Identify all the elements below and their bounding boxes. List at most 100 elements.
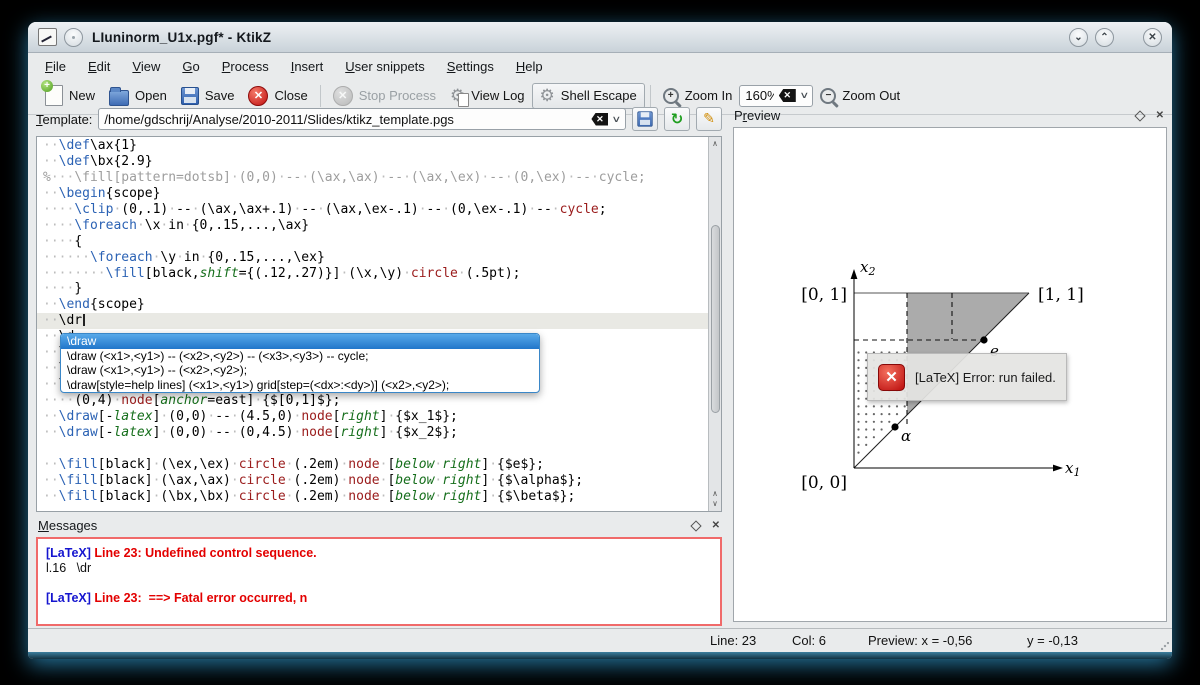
completion-popup: \draw\draw (<x1>,<y1>) -- (<x2>,<y2>) --…: [60, 333, 540, 393]
statusbar: Line: 23 Col: 6 Preview: x = -0,56 y = -…: [28, 628, 1172, 653]
save-floppy-icon: [181, 87, 199, 105]
stop-label: Stop Process: [359, 88, 436, 103]
completion-item[interactable]: \draw (<x1>,<y1>) -- (<x2>,<y2>);: [61, 363, 539, 378]
chevron-down-icon[interactable]: ∨: [799, 90, 809, 101]
close-label: Close: [274, 88, 307, 103]
code-line: ····\clip·(0,.1)·--·(\ax,\ax+.1)·--·(\ax…: [37, 202, 708, 218]
code-line: ··\begin{scope}: [37, 186, 708, 202]
menu-item-user-snippets[interactable]: User snippets: [336, 56, 434, 77]
float-dock-icon[interactable]: [690, 520, 701, 531]
message-line: l.16 \dr: [46, 561, 712, 576]
float-dock-icon[interactable]: [1134, 110, 1145, 121]
scroll-down-icon[interactable]: ∨: [709, 499, 721, 509]
view-log-label: View Log: [471, 88, 524, 103]
code-line: %···\fill[pattern=dotsb]·(0,0)·--·(\ax,\…: [37, 170, 708, 186]
code-line: ··\draw[-latex]·(0,0)·--·(0,4.5)·node[ri…: [37, 425, 708, 441]
x1-axis-label: x1: [1065, 459, 1080, 479]
code-line: ··\fill[black]·(\bx,\bx)·circle·(.2em)·n…: [37, 489, 708, 505]
completion-item[interactable]: \draw: [61, 334, 539, 349]
code-line: ··\fill[black]·(\ex,\ex)·circle·(.2em)·n…: [37, 457, 708, 473]
save-label: Save: [205, 88, 235, 103]
zoom-level-value: 160%: [745, 88, 773, 103]
window-title: LIuninorm_U1x.pgf* - KtikZ: [92, 30, 271, 45]
zoom-out-label: Zoom Out: [842, 88, 900, 103]
code-line: ··\fill[black]·(\ax,\ax)·circle·(.2em)·n…: [37, 473, 708, 489]
close-button[interactable]: ✕: [1143, 28, 1162, 47]
code-line: ··\dr: [37, 313, 708, 329]
completion-item[interactable]: \draw[style=help lines] (<x1>,<y1>) grid…: [61, 378, 539, 393]
resize-grip[interactable]: [1161, 642, 1169, 650]
shell-escape-label: Shell Escape: [561, 88, 637, 103]
app-icon: [38, 28, 57, 46]
menu-item-process[interactable]: Process: [213, 56, 278, 77]
status-preview-x: Preview: x = -0,56: [868, 633, 972, 648]
template-row: Template: /home/gdschrij/Analyse/2010-20…: [36, 106, 722, 132]
scroll-up-icon[interactable]: ∧: [709, 139, 721, 149]
reload-icon: ↻: [671, 110, 684, 128]
gear-icon: ⚙: [540, 87, 555, 105]
close-dock-icon[interactable]: ✕: [1156, 110, 1164, 121]
zoom-in-label: Zoom In: [685, 88, 733, 103]
preview-pane: Preview ✕: [726, 103, 1168, 628]
code-line: ··\end{scope}: [37, 297, 708, 313]
label-0-0: [0, 0]: [801, 473, 847, 493]
menu-item-view[interactable]: View: [123, 56, 169, 77]
menu-item-help[interactable]: Help: [507, 56, 552, 77]
chevron-down-icon[interactable]: ∨: [612, 114, 622, 125]
desktop: { "window": { "title": "LIuninorm_U1x.pg…: [0, 0, 1200, 685]
x2-axis-label: x2: [860, 258, 875, 278]
template-combo[interactable]: /home/gdschrij/Analyse/2010-2011/Slides/…: [98, 108, 626, 130]
template-save-button[interactable]: [632, 107, 658, 131]
clear-icon[interactable]: ✕: [591, 113, 608, 126]
zoom-in-icon: +: [663, 88, 679, 104]
status-col: Col: 6: [792, 633, 826, 648]
error-x-icon: ✕: [878, 364, 905, 391]
pin-button[interactable]: [64, 28, 83, 47]
close-dock-icon[interactable]: ✕: [712, 520, 720, 531]
editor-scrollbar[interactable]: ∧ ∧ ∨: [708, 137, 721, 511]
code-line: ····}: [37, 281, 708, 297]
clear-icon[interactable]: ✕: [779, 89, 796, 102]
code-area[interactable]: ··\def\ax{1}··\def\bx{2.9}%···\fill[patt…: [37, 138, 708, 511]
status-line: Line: 23: [710, 633, 756, 648]
gear-log-icon: ⚙: [450, 87, 465, 105]
titlebar[interactable]: LIuninorm_U1x.pgf* - KtikZ ⌄ ⌃ ✕: [28, 22, 1172, 53]
scrollbar-thumb[interactable]: [711, 225, 720, 413]
status-preview-y: y = -0,13: [1027, 633, 1078, 648]
completion-item[interactable]: \draw (<x1>,<y1>) -- (<x2>,<y2>) -- (<x3…: [61, 349, 539, 364]
code-line: ····(0,4)·node[anchor=east]·{$[0,1]$};: [37, 393, 708, 409]
messages-log[interactable]: [LaTeX] Line 23: Undefined control seque…: [36, 537, 722, 626]
new-label: New: [69, 88, 95, 103]
preview-canvas: [0, 1] [1, 1] [0, 0] x1 x2 e α ✕ [LaTeX]…: [733, 127, 1167, 622]
save-floppy-icon: [637, 111, 652, 126]
template-edit-button[interactable]: ✎: [696, 107, 722, 131]
template-reload-button[interactable]: ↻: [664, 107, 690, 131]
label-1-1: [1, 1]: [1038, 285, 1084, 305]
x-axis-arrow-icon: [1053, 465, 1063, 472]
menu-item-file[interactable]: File: [36, 56, 75, 77]
y-axis-arrow-icon: [851, 269, 858, 279]
template-label: Template:: [36, 112, 92, 127]
code-line: [37, 441, 708, 457]
code-editor[interactable]: ··\def\ax{1}··\def\bx{2.9}%···\fill[patt…: [36, 136, 722, 512]
code-line: ··\draw[-latex]·(0,0)·--·(4.5,0)·node[ri…: [37, 409, 708, 425]
minimize-button[interactable]: ⌄: [1069, 28, 1088, 47]
menu-item-settings[interactable]: Settings: [438, 56, 503, 77]
maximize-button[interactable]: ⌃: [1095, 28, 1114, 47]
menu-item-insert[interactable]: Insert: [282, 56, 333, 77]
code-line: ··\def\ax{1}: [37, 138, 708, 154]
point-e: [980, 336, 987, 343]
preview-title: Preview: [734, 108, 780, 123]
menu-item-edit[interactable]: Edit: [79, 56, 119, 77]
window-bottom-border: [28, 652, 1172, 659]
open-label: Open: [135, 88, 167, 103]
scroll-up-icon[interactable]: ∧: [709, 489, 721, 499]
error-tooltip-text: [LaTeX] Error: run failed.: [915, 370, 1056, 385]
menu-item-go[interactable]: Go: [173, 56, 208, 77]
editor-pane: Template: /home/gdschrij/Analyse/2010-20…: [36, 103, 722, 628]
label-0-1: [0, 1]: [801, 285, 847, 305]
code-line: ··\def\bx{2.9}: [37, 154, 708, 170]
template-path-value: /home/gdschrij/Analyse/2010-2011/Slides/…: [104, 112, 586, 127]
message-line: [LaTeX] Line 23: ==> Fatal error occurre…: [46, 591, 712, 606]
message-line: [LaTeX] Line 23: Undefined control seque…: [46, 546, 712, 561]
